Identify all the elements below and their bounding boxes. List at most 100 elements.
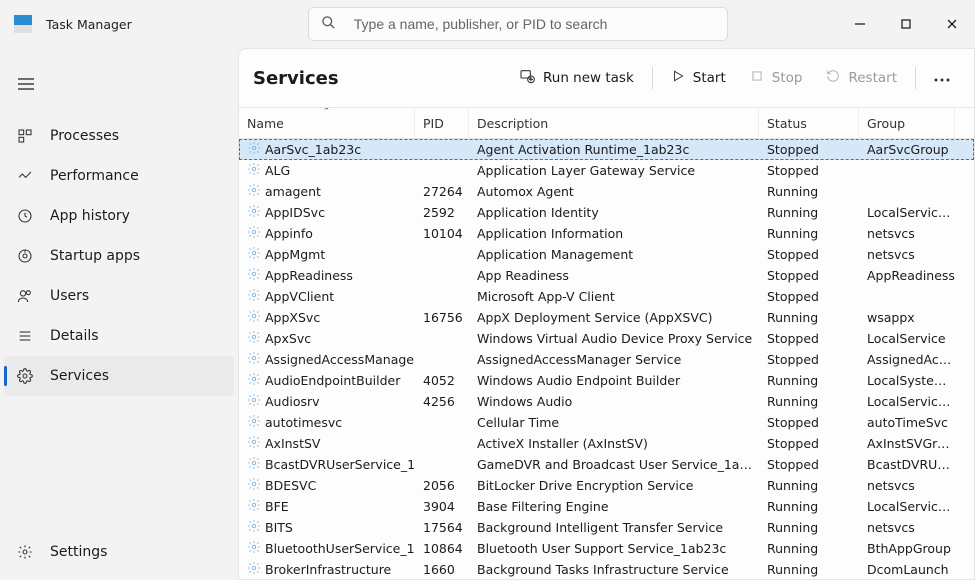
table-row[interactable]: BluetoothUserService_1a…10864Bluetooth U… xyxy=(239,538,974,559)
service-pid: 27264 xyxy=(415,184,469,199)
service-pid: 10864 xyxy=(415,541,469,556)
sidebar-item-startup[interactable]: Startup apps xyxy=(4,236,234,276)
table-row[interactable]: AppVClientMicrosoft App-V ClientStopped xyxy=(239,286,974,307)
sidebar-item-app-history[interactable]: App history xyxy=(4,196,234,236)
button-label: Stop xyxy=(772,70,803,86)
table-row[interactable]: ALGApplication Layer Gateway ServiceStop… xyxy=(239,160,974,181)
service-status: Running xyxy=(759,373,859,388)
maximize-button[interactable] xyxy=(883,0,929,48)
table-row[interactable]: BITS17564Background Intelligent Transfer… xyxy=(239,517,974,538)
more-icon xyxy=(934,70,950,86)
sidebar-item-details[interactable]: Details xyxy=(4,316,234,356)
service-status: Running xyxy=(759,394,859,409)
sidebar-item-settings[interactable]: Settings xyxy=(4,532,234,572)
service-status: Stopped xyxy=(759,142,859,157)
restart-button[interactable]: Restart xyxy=(816,61,907,95)
service-status: Stopped xyxy=(759,289,859,304)
close-button[interactable] xyxy=(929,0,975,48)
column-header-group[interactable]: Group xyxy=(859,108,955,138)
service-group: autoTimeSvc xyxy=(859,415,955,430)
stop-button[interactable]: Stop xyxy=(740,61,813,95)
table-row[interactable]: Appinfo10104Application InformationRunni… xyxy=(239,223,974,244)
service-name: amagent xyxy=(265,184,321,199)
column-header-name[interactable]: ⌃ Name xyxy=(239,108,415,138)
service-status: Running xyxy=(759,310,859,325)
table-row[interactable]: autotimesvcCellular TimeStoppedautoTimeS… xyxy=(239,412,974,433)
service-status: Stopped xyxy=(759,352,859,367)
service-description: AssignedAccessManager Service xyxy=(469,352,759,367)
service-status: Running xyxy=(759,205,859,220)
more-button[interactable] xyxy=(924,61,960,95)
table-row[interactable]: AarSvc_1ab23cAgent Activation Runtime_1a… xyxy=(239,139,974,160)
service-group: LocalService… xyxy=(859,499,955,514)
table-row[interactable]: AppMgmtApplication ManagementStoppednets… xyxy=(239,244,974,265)
table-row[interactable]: BrokerInfrastructure1660Background Tasks… xyxy=(239,559,974,579)
table-row[interactable]: AssignedAccessManager…AssignedAccessMana… xyxy=(239,349,974,370)
service-name: BFE xyxy=(265,499,289,514)
table-row[interactable]: Audiosrv4256Windows AudioRunningLocalSer… xyxy=(239,391,974,412)
service-pid: 2056 xyxy=(415,478,469,493)
service-description: Agent Activation Runtime_1ab23c xyxy=(469,142,759,157)
table-row[interactable]: amagent27264Automox AgentRunning xyxy=(239,181,974,202)
table-body[interactable]: AarSvc_1ab23cAgent Activation Runtime_1a… xyxy=(239,139,974,579)
service-status: Running xyxy=(759,184,859,199)
service-status: Stopped xyxy=(759,436,859,451)
service-gear-icon xyxy=(247,183,261,200)
search-box[interactable] xyxy=(308,7,728,41)
page-title: Services xyxy=(253,68,339,89)
service-pid: 1660 xyxy=(415,562,469,577)
service-status: Stopped xyxy=(759,415,859,430)
run-new-task-icon xyxy=(519,68,535,88)
table-row[interactable]: BDESVC2056BitLocker Drive Encryption Ser… xyxy=(239,475,974,496)
service-pid: 3904 xyxy=(415,499,469,514)
sidebar-item-performance[interactable]: Performance xyxy=(4,156,234,196)
column-header-pid[interactable]: PID xyxy=(415,108,469,138)
table-row[interactable]: AppReadinessApp ReadinessStoppedAppReadi… xyxy=(239,265,974,286)
stop-icon xyxy=(750,69,764,87)
service-status: Stopped xyxy=(759,247,859,262)
sidebar-item-label: Processes xyxy=(50,128,119,144)
search-input[interactable] xyxy=(352,15,715,33)
table-row[interactable]: AxInstSVActiveX Installer (AxInstSV)Stop… xyxy=(239,433,974,454)
button-label: Run new task xyxy=(543,70,634,86)
sidebar-item-processes[interactable]: Processes xyxy=(4,116,234,156)
minimize-button[interactable] xyxy=(837,0,883,48)
start-button[interactable]: Start xyxy=(661,61,736,95)
service-gear-icon xyxy=(247,414,261,431)
service-description: Windows Virtual Audio Device Proxy Servi… xyxy=(469,331,759,346)
hamburger-button[interactable] xyxy=(6,66,46,102)
app-icon xyxy=(14,15,32,33)
service-gear-icon xyxy=(247,246,261,263)
sidebar-item-users[interactable]: Users xyxy=(4,276,234,316)
table-row[interactable]: AppIDSvc2592Application IdentityRunningL… xyxy=(239,202,974,223)
table-row[interactable]: BcastDVRUserService_1a…GameDVR and Broad… xyxy=(239,454,974,475)
column-header-description[interactable]: Description xyxy=(469,108,759,138)
table-row[interactable]: AudioEndpointBuilder4052Windows Audio En… xyxy=(239,370,974,391)
table-row[interactable]: AppXSvc16756AppX Deployment Service (App… xyxy=(239,307,974,328)
window-controls xyxy=(837,0,975,48)
table-row[interactable]: BFE 3904Base Filtering EngineRunningLocal… xyxy=(239,496,974,517)
column-header-status[interactable]: Status xyxy=(759,108,859,138)
sidebar-item-label: Services xyxy=(50,368,109,384)
service-pid: 4052 xyxy=(415,373,469,388)
service-gear-icon xyxy=(247,225,261,242)
table-row[interactable]: ApxSvcWindows Virtual Audio Device Proxy… xyxy=(239,328,974,349)
service-name: Audiosrv xyxy=(265,394,320,409)
run-new-task-button[interactable]: Run new task xyxy=(509,61,644,95)
service-group: AxInstSVGroup xyxy=(859,436,955,451)
service-group: netsvcs xyxy=(859,247,955,262)
service-group: BthAppGroup xyxy=(859,541,955,556)
service-group: LocalSystem… xyxy=(859,373,955,388)
sidebar-item-services[interactable]: Services xyxy=(4,356,234,396)
service-pid: 16756 xyxy=(415,310,469,325)
service-status: Running xyxy=(759,499,859,514)
service-description: Application Identity xyxy=(469,205,759,220)
search-icon xyxy=(321,15,336,34)
processes-icon xyxy=(16,128,34,144)
restart-icon xyxy=(826,69,840,87)
service-name: AppVClient xyxy=(265,289,334,304)
service-group: AppReadiness xyxy=(859,268,955,283)
service-name: AudioEndpointBuilder xyxy=(265,373,400,388)
service-description: Base Filtering Engine xyxy=(469,499,759,514)
service-gear-icon xyxy=(247,477,261,494)
